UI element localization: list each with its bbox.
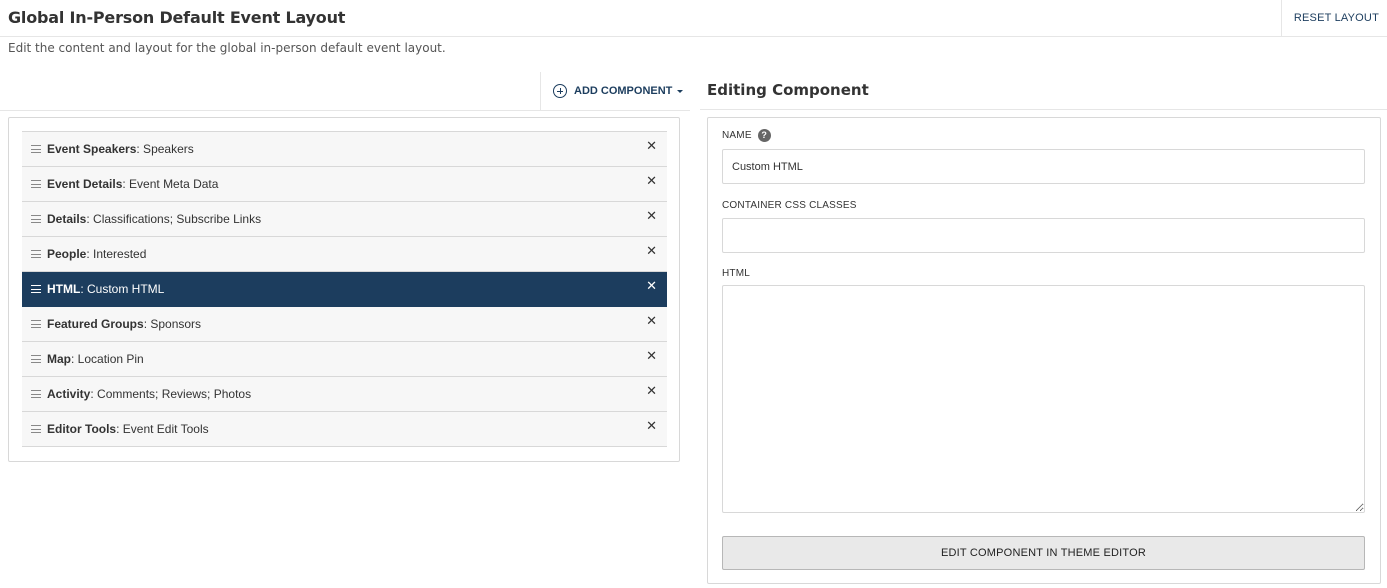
component-type: HTML	[47, 282, 81, 296]
component-list-item[interactable]: People: Interested ✕	[22, 237, 667, 272]
component-name: : Location Pin	[71, 352, 144, 366]
name-label-text: NAME	[722, 130, 752, 142]
editor-divider	[700, 109, 1387, 110]
remove-icon[interactable]: ✕	[646, 139, 657, 154]
css-classes-input[interactable]	[722, 218, 1365, 253]
page-header: Global In-Person Default Event Layout RE…	[0, 0, 1387, 37]
remove-icon[interactable]: ✕	[646, 244, 657, 259]
component-name: : Event Meta Data	[122, 177, 219, 191]
drag-handle-icon[interactable]	[31, 320, 41, 328]
remove-icon[interactable]: ✕	[646, 209, 657, 224]
add-component-button[interactable]: ADD COMPONENT	[553, 84, 684, 98]
component-list-item[interactable]: Event Details: Event Meta Data ✕	[22, 167, 667, 202]
component-name: : Interested	[86, 247, 147, 261]
component-toolbar: ADD COMPONENT	[0, 72, 690, 111]
component-name: : Sponsors	[143, 317, 202, 331]
component-type: Activity	[47, 387, 91, 401]
remove-icon[interactable]: ✕	[646, 419, 657, 434]
add-component-label: ADD COMPONENT	[574, 85, 673, 97]
component-name: : Classifications; Subscribe Links	[86, 212, 262, 226]
drag-handle-icon[interactable]	[31, 355, 41, 363]
remove-icon[interactable]: ✕	[646, 174, 657, 189]
component-list-item[interactable]: Editor Tools: Event Edit Tools ✕	[22, 412, 667, 447]
reset-layout-wrapper: RESET LAYOUT	[1280, 0, 1387, 36]
css-classes-label: CONTAINER CSS CLASSES	[722, 200, 857, 211]
remove-icon[interactable]: ✕	[646, 349, 657, 364]
component-list: Event Speakers: Speakers ✕ Event Details: …	[22, 131, 667, 447]
component-type: Event Speakers	[47, 142, 137, 156]
page-subtitle: Edit the content and layout for the glob…	[8, 41, 446, 55]
component-list-item[interactable]: Details: Classifications; Subscribe Link…	[22, 202, 667, 237]
edit-in-theme-editor-button[interactable]: EDIT COMPONENT IN THEME EDITOR	[722, 536, 1365, 570]
add-component-wrapper: ADD COMPONENT	[540, 72, 684, 110]
drag-handle-icon[interactable]	[31, 250, 41, 258]
component-type: Event Details	[47, 177, 123, 191]
component-editor-panel: NAME? CONTAINER CSS CLASSES HTML EDIT CO…	[707, 117, 1381, 584]
component-list-panel: Event Speakers: Speakers ✕ Event Details: …	[8, 117, 680, 462]
component-type: Map	[47, 352, 71, 366]
drag-handle-icon[interactable]	[31, 425, 41, 433]
page-title: Global In-Person Default Event Layout	[8, 8, 346, 27]
remove-icon[interactable]: ✕	[646, 279, 657, 294]
component-type: Details	[47, 212, 87, 226]
drag-handle-icon[interactable]	[31, 180, 41, 188]
component-list-item[interactable]: Featured Groups: Sponsors ✕	[22, 307, 667, 342]
reset-layout-button[interactable]: RESET LAYOUT	[1294, 12, 1379, 24]
component-list-item[interactable]: Map: Location Pin ✕	[22, 342, 667, 377]
help-icon[interactable]: ?	[757, 129, 771, 142]
component-list-item[interactable]: Event Speakers: Speakers ✕	[22, 132, 667, 167]
drag-handle-icon[interactable]	[31, 285, 41, 293]
name-input[interactable]	[722, 149, 1365, 184]
component-name: : Custom HTML	[80, 282, 165, 296]
plus-circle-icon	[553, 84, 567, 98]
remove-icon[interactable]: ✕	[646, 384, 657, 399]
component-type: Featured Groups	[47, 317, 144, 331]
component-list-item[interactable]: Activity: Comments; Reviews; Photos ✕	[22, 377, 667, 412]
drag-handle-icon[interactable]	[31, 215, 41, 223]
drag-handle-icon[interactable]	[31, 145, 41, 153]
component-name: : Speakers	[136, 142, 194, 156]
html-field-label: HTML	[722, 268, 751, 279]
component-name: : Comments; Reviews; Photos	[90, 387, 252, 401]
component-list-item[interactable]: HTML: Custom HTML ✕	[22, 272, 667, 307]
component-type: Editor Tools	[47, 422, 117, 436]
name-field-label: NAME?	[722, 129, 771, 142]
caret-down-icon	[677, 89, 684, 93]
component-type: People	[47, 247, 87, 261]
drag-handle-icon[interactable]	[31, 390, 41, 398]
html-textarea[interactable]	[722, 285, 1365, 513]
remove-icon[interactable]: ✕	[646, 314, 657, 329]
component-name: : Event Edit Tools	[116, 422, 209, 436]
editing-component-title: Editing Component	[707, 81, 869, 99]
